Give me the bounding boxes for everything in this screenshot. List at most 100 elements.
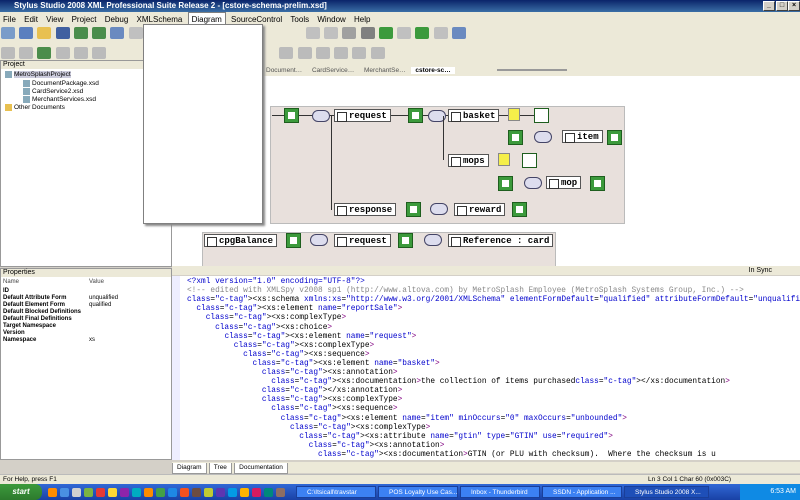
element-icon[interactable] [607,130,622,145]
bookmark-prev-icon[interactable] [92,47,107,59]
sequence-icon[interactable] [430,203,448,215]
zoom-out-icon[interactable] [370,47,385,59]
diagram-icon[interactable] [92,27,107,39]
quick-launch-app-icon[interactable] [276,488,285,497]
new-icon[interactable] [1,27,15,39]
validate-icon[interactable] [378,27,393,39]
stop-icon[interactable] [433,27,448,39]
undo-icon[interactable] [305,27,320,39]
property-row[interactable]: Default Blocked Definitions [3,309,89,315]
quick-launch-app-icon[interactable] [252,488,261,497]
import-icon[interactable] [19,27,34,39]
element-icon[interactable] [406,202,421,217]
quick-launch-app-icon[interactable] [192,488,201,497]
task-ssdn[interactable]: SSDN - Application ... [542,486,622,498]
project-root[interactable]: MetroSplashProject [5,71,71,79]
annotation-icon[interactable] [508,108,520,121]
code-editor[interactable]: <?xml version="1.0" encoding="UTF-8"?> <!… [172,276,800,460]
tab-cstore-schema[interactable]: cstore-sc… [411,67,455,74]
tab-tree[interactable]: Tree [208,463,232,474]
task-stylus-studio[interactable]: Stylus Studio 2008 X... [624,486,709,498]
quick-launch-app-icon[interactable] [216,488,225,497]
property-row[interactable]: Version [3,330,89,336]
quick-launch-desktop-icon[interactable] [72,488,81,497]
element-icon[interactable] [398,233,413,248]
quick-launch-app-icon[interactable] [132,488,141,497]
property-row[interactable]: Default Element Form qualified [3,302,111,308]
quick-launch-app-icon[interactable] [120,488,129,497]
run-icon[interactable] [415,27,430,39]
bookmark-next-icon[interactable] [73,47,88,59]
clock[interactable]: 6:53 AM [770,488,796,495]
quick-launch-firefox-icon[interactable] [48,488,57,497]
quick-launch-app-icon[interactable] [84,488,93,497]
expand-icon[interactable] [315,47,330,59]
property-row[interactable]: Default Final Definitions [3,316,89,322]
print-icon[interactable] [110,27,125,39]
quick-launch-app-icon[interactable] [264,488,273,497]
redo-icon[interactable] [324,27,339,39]
node-basket[interactable]: basket [448,109,500,122]
property-row[interactable]: ID [3,288,89,294]
tab-documentation[interactable]: Documentation [234,463,288,474]
element-icon[interactable] [284,108,299,123]
maximize-button[interactable]: □ [776,1,788,11]
sequence-icon[interactable] [424,234,442,246]
align-icon[interactable] [279,47,294,59]
find-icon[interactable] [342,27,357,39]
help-icon[interactable] [451,27,466,39]
move-icon[interactable] [19,47,34,59]
quick-launch-app-icon[interactable] [96,488,105,497]
close-button[interactable]: × [788,1,800,11]
tab-diagram[interactable]: Diagram [172,463,207,474]
quick-launch-app-icon[interactable] [180,488,189,497]
schema-icon[interactable] [73,27,88,39]
collapse-icon[interactable] [334,47,349,59]
node-mop[interactable]: mop [546,176,582,189]
node-reference-card[interactable]: Reference : card [448,234,554,247]
element-icon[interactable] [512,202,527,217]
node-request-2[interactable]: request [334,234,391,247]
binoculars-icon[interactable] [360,27,375,39]
task-thunderbird[interactable]: Inbox - Thunderbird [460,486,540,498]
quick-launch-app-icon[interactable] [168,488,177,497]
quick-launch-ie-icon[interactable] [60,488,69,497]
sequence-icon[interactable] [524,177,542,189]
project-file-merchant-services[interactable]: MerchantServices.xsd [23,96,96,103]
quick-launch-app-icon[interactable] [156,488,165,497]
indent-icon[interactable] [397,27,412,39]
tab-document[interactable]: Document… [262,67,306,74]
zoom-slider[interactable] [496,69,567,72]
sequence-icon[interactable] [310,234,328,246]
quick-launch-app-icon[interactable] [204,488,213,497]
project-file-document-package[interactable]: DocumentPackage.xsd [23,80,99,87]
sequence-icon[interactable] [534,131,552,143]
element-icon[interactable] [286,233,301,248]
node-mops[interactable]: mops [448,154,489,167]
node-response[interactable]: response [334,203,397,216]
quick-launch-app-icon[interactable] [108,488,117,497]
tab-cardservice[interactable]: CardService… [308,67,358,74]
sequence-icon[interactable] [312,110,330,122]
check-icon[interactable] [37,47,52,59]
layout-icon[interactable] [297,47,312,59]
tab-merchantservices[interactable]: MerchantSe… [360,67,410,74]
node-cpg-balance[interactable]: cpgBalance [204,234,278,247]
property-row[interactable]: Namespace xs [3,337,95,343]
element-icon[interactable] [408,108,423,123]
property-row[interactable]: Target Namespace [3,323,89,329]
property-row[interactable]: Default Attribute Form unqualified [3,295,118,301]
node-item[interactable]: item [562,130,603,143]
save-icon[interactable] [55,27,70,39]
project-file-card-service[interactable]: CardService2.xsd [23,88,83,95]
quick-launch-app-icon[interactable] [240,488,249,497]
quick-launch-app-icon[interactable] [228,488,237,497]
diagram-menu-dropdown[interactable] [143,24,263,224]
node-reward[interactable]: reward [454,203,506,216]
annotation-icon[interactable] [498,153,510,166]
element-icon[interactable] [498,176,513,191]
edit-icon[interactable] [1,47,15,59]
attribute-icon[interactable] [534,108,549,123]
quick-launch-app-icon[interactable] [144,488,153,497]
task-travstar[interactable]: C:\Itsicall\travstar [296,486,376,498]
